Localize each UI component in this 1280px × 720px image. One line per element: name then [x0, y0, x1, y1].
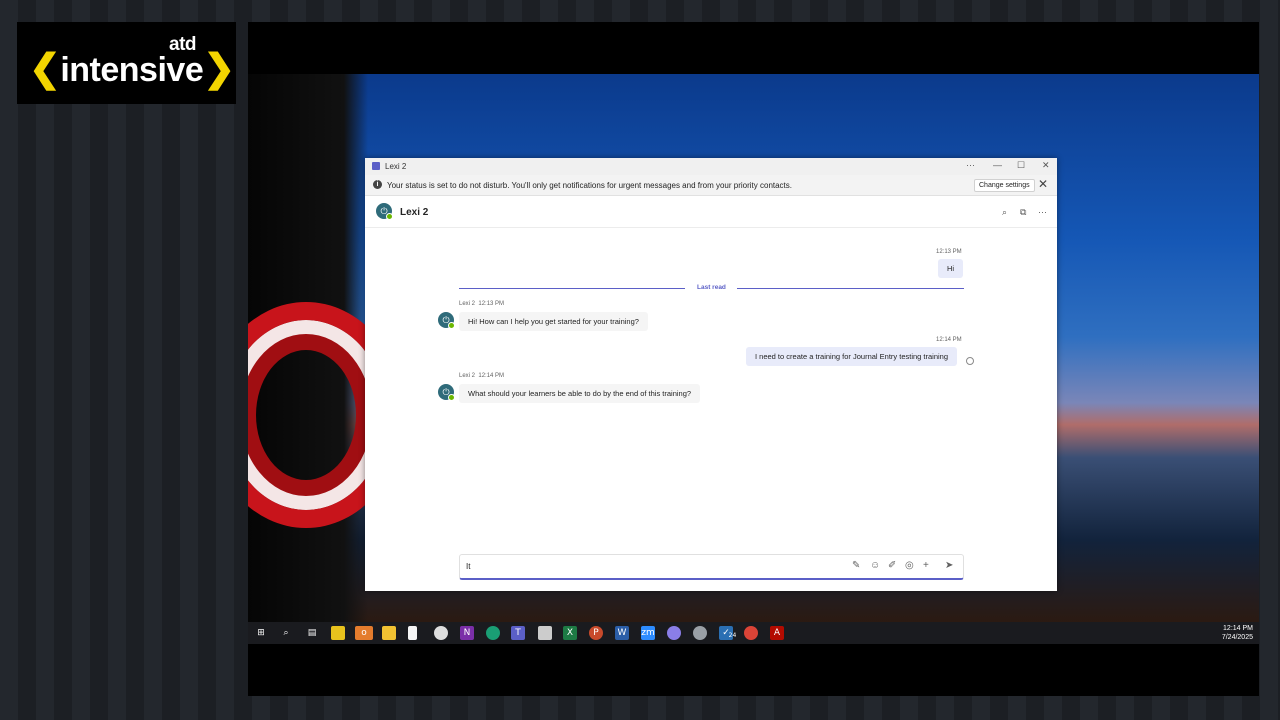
message-timestamp: 12:13 PM: [478, 301, 505, 307]
clock-date: 7/24/2025: [1221, 634, 1253, 641]
chrome-icon[interactable]: [744, 626, 758, 640]
presence-dot: [386, 213, 393, 220]
presence-dot: [448, 322, 455, 329]
last-read-label: Last read: [697, 284, 726, 291]
app-circle-icon[interactable]: [667, 626, 681, 640]
logo-main-text: intensive: [60, 51, 204, 89]
last-read-divider-right: [737, 288, 964, 289]
edge-icon[interactable]: [486, 626, 500, 640]
bot-message-bubble[interactable]: Hi! How can I help you get started for y…: [459, 312, 648, 331]
format-icon[interactable]: ✎: [852, 560, 860, 572]
chat-title[interactable]: Lexi 2: [400, 207, 428, 218]
sticker-icon[interactable]: ✐: [888, 560, 896, 572]
presence-dot: [448, 394, 455, 401]
plus-icon[interactable]: +: [923, 560, 929, 572]
search-icon[interactable]: ⌕: [1002, 207, 1007, 218]
zoom-icon[interactable]: zm: [641, 626, 655, 640]
bot-message-meta: Lexi 2 12:14 PM: [459, 373, 504, 379]
bot-avatar[interactable]: ⏻: [438, 312, 455, 329]
message-timestamp: 12:14 PM: [478, 373, 505, 379]
logo-left-bracket: ❮: [29, 48, 61, 90]
bot-message-meta: Lexi 2 12:13 PM: [459, 301, 504, 307]
windows-start-icon[interactable]: ⊞: [254, 626, 268, 640]
taskbar: ⊞ ⌕ ▤ o N T X P W zm ✓ 24 A 12:14 PM 7/2…: [248, 622, 1259, 644]
chat-header: ⏻ Lexi 2 ⌕ ⧉ ···: [365, 195, 1057, 228]
read-receipt-icon: [966, 357, 974, 365]
outlook-icon[interactable]: o: [355, 626, 373, 640]
calculator-icon[interactable]: [538, 626, 552, 640]
send-icon[interactable]: ➤: [945, 560, 953, 572]
powerpoint-icon[interactable]: P: [589, 626, 603, 640]
message-input[interactable]: [466, 559, 846, 573]
chrome-profile-icon[interactable]: [434, 626, 448, 640]
logo-right-bracket: ❯: [203, 48, 235, 90]
teams-chat-window: Lexi 2 ··· — ☐ ✕ i Your status is set to…: [365, 158, 1057, 591]
file-explorer-icon[interactable]: [382, 626, 396, 640]
window-title: Lexi 2: [385, 162, 407, 171]
sticky-notes-icon[interactable]: [331, 626, 345, 640]
info-icon: i: [373, 180, 382, 189]
close-notice-icon[interactable]: ✕: [1038, 177, 1048, 191]
acrobat-icon[interactable]: A: [770, 626, 784, 640]
teams-icon[interactable]: T: [511, 626, 525, 640]
more-icon[interactable]: ···: [1038, 207, 1047, 217]
notice-text: Your status is set to do not disturb. Yo…: [387, 181, 793, 190]
clock-time: 12:14 PM: [1223, 625, 1253, 632]
my-message-bubble[interactable]: I need to create a training for Journal …: [746, 347, 958, 366]
bot-message-bubble[interactable]: What should your learners be able to do …: [459, 384, 701, 403]
bot-avatar[interactable]: ⏻: [376, 203, 393, 220]
more-options-icon[interactable]: ···: [966, 160, 975, 170]
message-timestamp: 12:13 PM: [936, 249, 962, 255]
logo-wordmark: ❮intensive❯: [29, 46, 235, 91]
teams-app-icon: [372, 162, 380, 170]
atd-intensive-logo: atd ❮intensive❯: [17, 22, 236, 104]
compose-box: ✎ ☺ ✐ ◎ + ➤: [459, 554, 964, 580]
todo-badge: 24: [728, 632, 737, 639]
sender-name: Lexi 2: [459, 301, 476, 307]
notepad-icon[interactable]: [408, 626, 417, 640]
minimize-icon[interactable]: —: [993, 160, 1002, 170]
word-icon[interactable]: W: [615, 626, 629, 640]
search-icon[interactable]: ⌕: [279, 626, 293, 640]
bot-avatar[interactable]: ⏻: [438, 384, 455, 401]
loop-icon[interactable]: ◎: [905, 560, 914, 572]
sender-name: Lexi 2: [459, 373, 476, 379]
last-read-divider-left: [459, 288, 685, 289]
onenote-icon[interactable]: N: [460, 626, 474, 640]
task-view-icon[interactable]: ▤: [305, 626, 319, 640]
emoji-icon[interactable]: ☺: [870, 560, 880, 572]
excel-icon[interactable]: X: [563, 626, 577, 640]
close-window-icon[interactable]: ✕: [1042, 160, 1050, 171]
my-message-bubble[interactable]: Hi: [938, 259, 964, 278]
popout-icon[interactable]: ⧉: [1020, 207, 1026, 218]
taskbar-clock[interactable]: 12:14 PM 7/24/2025: [1222, 624, 1253, 642]
change-settings-button[interactable]: Change settings: [974, 179, 1035, 192]
window-titlebar: Lexi 2 ··· — ☐ ✕: [365, 158, 1057, 175]
message-timestamp: 12:14 PM: [936, 337, 962, 343]
app-cloud-icon[interactable]: [693, 626, 707, 640]
dnd-notice-banner: i Your status is set to do not disturb. …: [365, 175, 1057, 196]
maximize-icon[interactable]: ☐: [1017, 160, 1025, 171]
